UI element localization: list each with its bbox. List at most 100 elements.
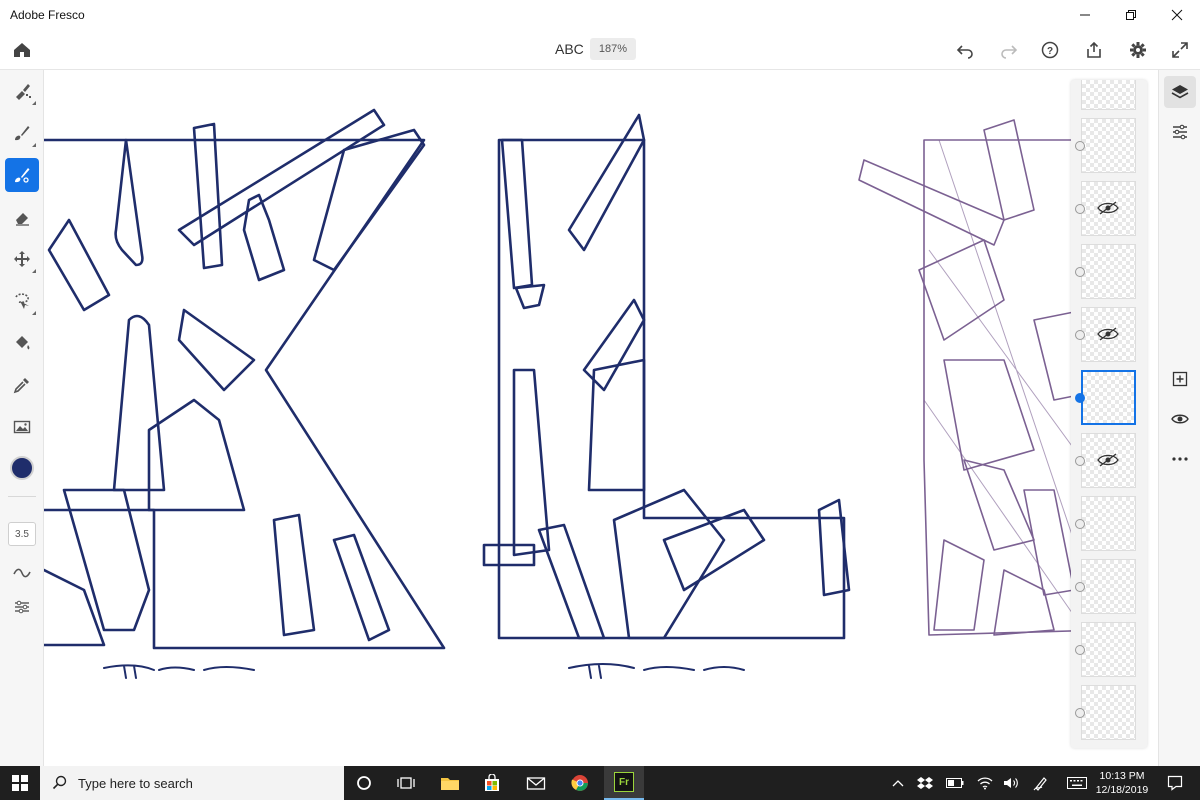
redo-button[interactable] — [995, 36, 1023, 64]
share-button[interactable] — [1080, 36, 1108, 64]
layer-thumbnail[interactable] — [1081, 244, 1136, 299]
pen-tray[interactable] — [1030, 766, 1052, 800]
restore-button[interactable] — [1108, 0, 1154, 30]
volume-tray[interactable] — [1000, 766, 1022, 800]
marker-shape — [192, 122, 224, 270]
layer-toggle[interactable] — [1075, 204, 1085, 214]
layer-toggle[interactable] — [1075, 141, 1085, 151]
layer-thumbnail[interactable] — [1081, 559, 1136, 614]
close-icon — [1171, 9, 1183, 21]
layers-panel — [1071, 80, 1147, 748]
add-layer-button[interactable] — [1164, 363, 1196, 395]
pencil-shape — [114, 138, 144, 267]
help-button[interactable]: ? — [1036, 36, 1064, 64]
battery-tray[interactable] — [944, 766, 966, 800]
settings-button[interactable] — [1124, 36, 1152, 64]
layer-toggle[interactable] — [1075, 582, 1085, 592]
sketch-marker-shape — [963, 459, 1035, 551]
hidden-eye-icon[interactable] — [1093, 324, 1123, 344]
drawing-canvas[interactable] — [44, 70, 1158, 766]
sketch-marker-shape — [918, 239, 1005, 341]
layer-toggle[interactable] — [1075, 708, 1085, 718]
cortana-button[interactable] — [344, 766, 384, 800]
zoom-level[interactable]: 187% — [590, 38, 636, 60]
fill-icon — [16, 336, 30, 350]
close-window-button[interactable] — [1154, 0, 1200, 30]
window-titlebar: Adobe Fresco — [0, 0, 1200, 30]
layer-thumbnail[interactable] — [1081, 118, 1136, 173]
chrome-app[interactable] — [560, 766, 600, 800]
gear-icon — [1130, 42, 1146, 58]
layer-toggle[interactable] — [1075, 456, 1085, 466]
move-tool[interactable] — [5, 242, 39, 276]
live-brush-icon — [15, 126, 30, 141]
fill-tool[interactable] — [5, 326, 39, 360]
minimize-button[interactable] — [1062, 0, 1108, 30]
eraser-icon — [16, 213, 29, 226]
layer-toggle[interactable] — [1075, 267, 1085, 277]
marker-cap-shape — [47, 218, 111, 312]
home-icon — [14, 43, 30, 57]
more-options-button[interactable] — [1164, 443, 1196, 475]
mail-icon — [526, 777, 546, 790]
fresco-logo-icon: Fr — [614, 772, 634, 792]
layer-thumbnail[interactable] — [1081, 80, 1136, 110]
eraser-tool[interactable] — [5, 200, 39, 234]
layer-toggle[interactable] — [1075, 330, 1085, 340]
layer-thumbnail[interactable] — [1081, 622, 1136, 677]
show-hidden-icons-button[interactable] — [888, 766, 908, 800]
touch-keyboard-tray[interactable] — [1064, 766, 1090, 800]
tool-properties-button[interactable] — [5, 590, 39, 624]
hidden-eye-icon[interactable] — [1093, 198, 1123, 218]
fresco-app[interactable]: Fr — [604, 766, 644, 800]
search-placeholder: Type here to search — [78, 775, 193, 791]
store-app[interactable] — [472, 766, 512, 800]
wifi-tray[interactable] — [974, 766, 996, 800]
sketch-brush-shape — [933, 539, 985, 631]
file-explorer-app[interactable] — [430, 766, 470, 800]
action-center-button[interactable] — [1160, 766, 1190, 800]
layer-thumbnail[interactable] — [1081, 496, 1136, 551]
pencil-shape — [567, 113, 646, 252]
start-button[interactable] — [0, 766, 40, 800]
layer-thumbnail[interactable] — [1081, 685, 1136, 740]
layer-thumbnail-selected[interactable] — [1081, 370, 1136, 425]
sliders-icon — [1173, 124, 1187, 140]
place-image-tool[interactable] — [5, 410, 39, 444]
taskbar-search-box[interactable]: Type here to search — [40, 766, 344, 800]
brush-size-field[interactable]: 3.5 — [8, 522, 36, 546]
layers-button[interactable] — [1164, 76, 1196, 108]
undo-button[interactable] — [951, 36, 979, 64]
wifi-icon — [977, 777, 993, 790]
layer-visibility-button[interactable] — [1164, 403, 1196, 435]
marker-shape — [662, 508, 766, 592]
spray-can-shape — [147, 398, 246, 512]
vector-brush-tool[interactable] — [5, 158, 39, 192]
notification-icon — [1167, 775, 1183, 791]
tool-options-indicator — [32, 101, 36, 105]
layer-toggle[interactable] — [1075, 519, 1085, 529]
layer-properties-button[interactable] — [1164, 116, 1196, 148]
home-button[interactable] — [8, 36, 36, 64]
dropbox-icon — [917, 777, 933, 789]
layer-toggle[interactable] — [1075, 645, 1085, 655]
mail-app[interactable] — [516, 766, 556, 800]
pixel-brush-tool[interactable] — [5, 74, 39, 108]
marker-cap-shape — [482, 543, 536, 567]
dropbox-tray[interactable] — [914, 766, 936, 800]
color-swatch[interactable] — [10, 456, 34, 480]
expand-icon — [1172, 42, 1188, 58]
live-brush-tool[interactable] — [5, 116, 39, 150]
brush-settings-button[interactable] — [5, 556, 39, 590]
task-view-icon — [397, 777, 415, 789]
document-title[interactable]: ABC — [555, 41, 584, 57]
taskbar-clock[interactable]: 10:13 PM 12/18/2019 — [1092, 769, 1152, 797]
eye-icon — [1171, 414, 1189, 424]
clock-time: 10:13 PM — [1099, 770, 1145, 782]
task-view-button[interactable] — [386, 766, 426, 800]
fullscreen-button[interactable] — [1166, 36, 1194, 64]
eyedropper-tool[interactable] — [5, 368, 39, 402]
hidden-eye-icon[interactable] — [1093, 450, 1123, 470]
lasso-tool[interactable] — [5, 284, 39, 318]
layer-toggle-active[interactable] — [1075, 393, 1085, 403]
